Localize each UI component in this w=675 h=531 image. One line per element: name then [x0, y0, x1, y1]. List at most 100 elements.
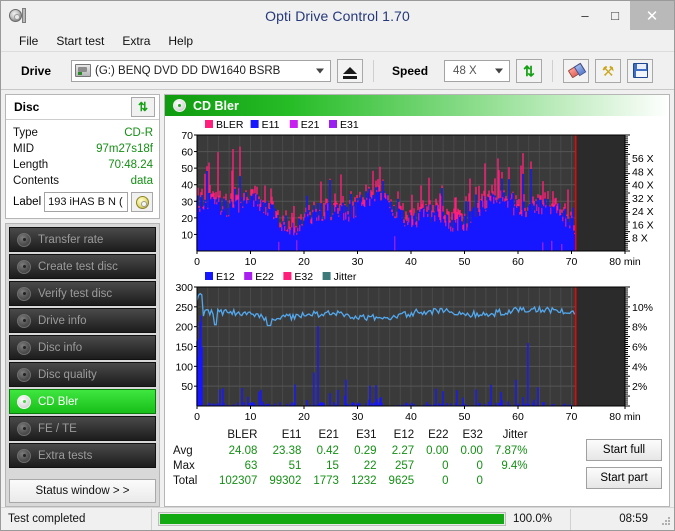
total-e21: 1773	[313, 475, 339, 488]
disc-label-button[interactable]	[131, 192, 153, 212]
svg-text:E22: E22	[255, 271, 274, 283]
chart-bler[interactable]: BLER E11 E21 E31 10 20 30 40 50 60 70 8 X 16 X 24 X 32…	[167, 119, 667, 269]
save-button[interactable]	[627, 58, 654, 83]
svg-text:E11: E11	[262, 119, 280, 131]
sidebar-item-drive-info[interactable]: Drive info	[9, 308, 156, 333]
drive-label: Drive	[21, 63, 52, 78]
sidebar-item-extra-tests[interactable]: Extra tests	[9, 443, 156, 468]
svg-text:48 X: 48 X	[632, 166, 654, 178]
max-e12: 257	[394, 459, 415, 472]
disc-panel: Disc ⇅ Type CD-R MID 97m27s18f Length 70…	[5, 94, 160, 219]
progress-bar-fill	[160, 514, 504, 524]
speed-select[interactable]: 48 X	[444, 59, 511, 82]
col-header-jitter: Jitter	[502, 429, 528, 441]
chevron-down-icon	[495, 68, 504, 73]
sidebar-item-cd-bler[interactable]: CD Bler	[9, 389, 156, 414]
max-bler: 63	[244, 459, 258, 472]
sidebar-item-label: Extra tests	[38, 449, 93, 462]
svg-text:60: 60	[512, 411, 524, 423]
speed-select-value: 48 X	[453, 64, 477, 77]
menu-extra[interactable]: Extra	[113, 32, 159, 50]
disc-icon	[17, 259, 31, 274]
disc-icon	[17, 421, 31, 436]
svg-text:80 min: 80 min	[609, 256, 641, 268]
svg-text:6%: 6%	[632, 342, 647, 354]
sidebar-item-disc-quality[interactable]: Disc quality	[9, 362, 156, 387]
svg-text:E21: E21	[301, 119, 320, 131]
disc-label-input[interactable]: 193 iHAS B N (	[44, 192, 128, 212]
chart-e12-jitter[interactable]: E12 E22 E32 Jitter 50 100 150 200 250 300 2% 4% 6% 8%…	[167, 269, 667, 424]
svg-text:16 X: 16 X	[632, 219, 654, 231]
svg-text:70: 70	[566, 411, 578, 423]
svg-text:BLER: BLER	[216, 119, 244, 131]
menu-file[interactable]: File	[10, 32, 47, 50]
sidebar-item-verify-test-disc[interactable]: Verify test disc	[9, 281, 156, 306]
disc-refresh-button[interactable]: ⇅	[131, 97, 155, 117]
window-controls: – □ ✕	[570, 1, 674, 30]
refresh-speed-button[interactable]: ⇅	[516, 58, 543, 83]
svg-text:40: 40	[405, 256, 417, 268]
max-e22: 0	[442, 459, 449, 472]
sidebar-item-transfer-rate[interactable]: Transfer rate	[9, 227, 156, 252]
status-window-button[interactable]: Status window > >	[9, 479, 156, 503]
drive-select[interactable]: (G:) BENQ DVD DD DW1640 BSRB	[71, 59, 332, 82]
svg-text:E12: E12	[216, 271, 235, 283]
elapsed-time: 08:59	[619, 513, 648, 525]
svg-text:20: 20	[181, 213, 193, 225]
svg-text:10: 10	[245, 256, 257, 268]
tools-button[interactable]: ⚒	[595, 58, 622, 83]
menu-help[interactable]: Help	[159, 32, 202, 50]
maximize-button[interactable]: □	[600, 1, 630, 30]
svg-text:10: 10	[181, 229, 193, 241]
table-corner	[169, 428, 213, 443]
start-part-button[interactable]: Start part	[586, 467, 662, 489]
svg-text:8%: 8%	[632, 322, 647, 334]
disc-panel-title: Disc	[14, 100, 40, 114]
minimize-button[interactable]: –	[570, 1, 600, 30]
start-full-button[interactable]: Start full	[586, 439, 662, 461]
tools-icon: ⚒	[601, 62, 615, 79]
nav-panel: Transfer rate Create test disc Verify te…	[5, 223, 160, 507]
application-window: Opti Drive Control 1.70 – □ ✕ File Start…	[0, 0, 675, 531]
toolbar: Drive (G:) BENQ DVD DD DW1640 BSRB Speed…	[1, 52, 674, 90]
sidebar-item-label: Verify test disc	[38, 287, 113, 300]
disc-icon	[17, 340, 31, 355]
disc-icon	[17, 232, 31, 247]
avg-e11: 23.38	[272, 444, 302, 457]
drive-select-value: (G:) BENQ DVD DD DW1640 BSRB	[95, 64, 281, 77]
menu-start-test[interactable]: Start test	[47, 32, 113, 50]
max-e32: 0	[476, 459, 483, 472]
action-buttons: Start full Start part	[586, 428, 665, 489]
toolbar-divider	[373, 59, 375, 82]
row-label-total: Total	[173, 475, 198, 488]
sidebar-item-disc-info[interactable]: Disc info	[9, 335, 156, 360]
toolbar-divider-2	[552, 59, 554, 82]
col-header-e12: E12	[393, 429, 415, 441]
svg-text:10%: 10%	[632, 302, 653, 314]
disc-row-length-value: 70:48.24	[108, 159, 153, 171]
left-sidebar: Disc ⇅ Type CD-R MID 97m27s18f Length 70…	[5, 94, 160, 507]
erase-button[interactable]	[563, 58, 590, 83]
eject-button[interactable]	[337, 58, 364, 83]
svg-text:0: 0	[194, 256, 200, 268]
sidebar-item-fe-te[interactable]: FE / TE	[9, 416, 156, 441]
disc-icon	[17, 367, 31, 382]
avg-e22: 0.00	[426, 444, 449, 457]
eraser-icon	[567, 62, 585, 79]
sidebar-item-create-test-disc[interactable]: Create test disc	[9, 254, 156, 279]
disc-panel-header: Disc ⇅	[6, 95, 159, 120]
avg-e21: 0.42	[316, 444, 339, 457]
disc-row-contents: Contents data	[13, 173, 153, 189]
title-bar: Opti Drive Control 1.70 – □ ✕	[1, 1, 674, 30]
svg-text:4%: 4%	[632, 361, 647, 373]
svg-text:2%: 2%	[632, 381, 647, 393]
disc-row-mid: MID 97m27s18f	[13, 141, 153, 157]
close-button[interactable]: ✕	[630, 1, 674, 30]
svg-text:20: 20	[298, 411, 310, 423]
svg-text:30: 30	[181, 196, 193, 208]
status-message: Test completed	[8, 513, 86, 525]
svg-text:50: 50	[181, 381, 193, 393]
resize-grip[interactable]	[657, 512, 671, 526]
col-header-e22: E22	[428, 429, 449, 441]
disc-icon	[173, 99, 186, 112]
